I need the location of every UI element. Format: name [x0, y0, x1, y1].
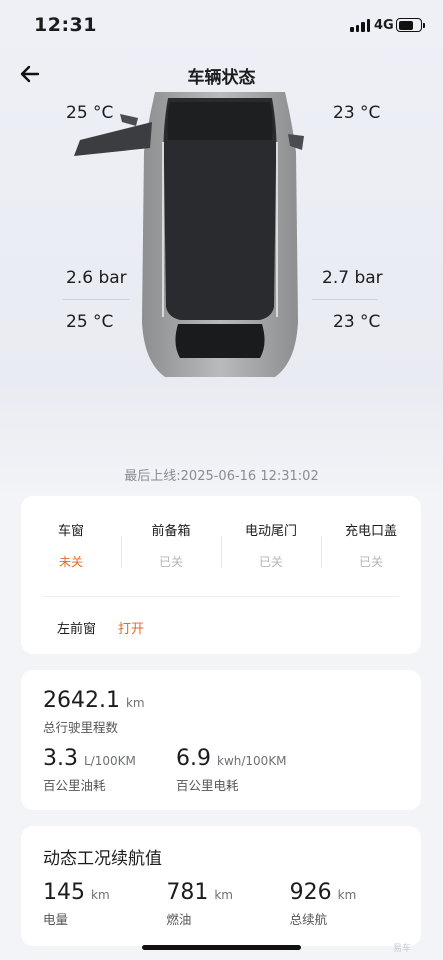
status-value: 已关 — [258, 555, 283, 569]
electric-consumption-unit: kwh/100KM — [217, 754, 287, 768]
car-top-view-image — [74, 92, 304, 377]
status-label: 电动尾门 — [244, 524, 297, 539]
range-card: 动态工况续航值 145 km 电量 781 km 燃油 926 km 总续航 — [21, 826, 421, 946]
fuel-consumption-label: 百公里油耗 — [43, 778, 106, 793]
last-online-timestamp: 最后上线:2025-06-16 12:31:02 — [124, 469, 319, 484]
signal-icon — [350, 19, 370, 32]
odometer-unit: km — [125, 696, 145, 710]
fuel-consumption-unit: L/100KM — [84, 754, 136, 768]
range-unit: km — [337, 888, 357, 902]
home-indicator[interactable] — [142, 945, 301, 950]
range-title: 动态工况续航值 — [43, 849, 162, 869]
divider — [43, 596, 399, 597]
range-fuel: 781 km 燃油 — [166, 880, 289, 928]
electric-consumption-block: 6.9 kwh/100KM 百公里电耗 — [176, 746, 287, 794]
odometer-label: 总行驶里程数 — [43, 720, 119, 735]
battery-icon — [396, 18, 425, 32]
range-value: 145 — [43, 880, 85, 905]
car-status-diagram: 25 °C 23 °C 2.6 bar 25 °C 2.7 bar 23 °C — [0, 92, 443, 392]
electric-consumption-label: 百公里电耗 — [176, 778, 239, 793]
divider — [63, 299, 129, 300]
status-value: 已关 — [158, 555, 183, 569]
fuel-consumption-block: 3.3 L/100KM 百公里油耗 — [43, 746, 136, 794]
fuel-consumption-value: 3.3 — [43, 746, 78, 771]
status-value: 未关 — [58, 555, 83, 569]
window-detail-value: 打开 — [118, 622, 145, 637]
page-title: 车辆状态 — [187, 68, 256, 88]
status-bar: 12:31 4G — [0, 0, 443, 50]
front-right-tire-temp: 23 °C — [333, 103, 381, 123]
watermark: 易车 — [393, 944, 412, 954]
range-label: 电量 — [43, 912, 69, 927]
network-type: 4G — [374, 18, 394, 33]
odometer-block: 2642.1 km 总行驶里程数 — [43, 688, 145, 736]
status-time: 12:31 — [34, 14, 97, 36]
mileage-card: 2642.1 km 总行驶里程数 3.3 L/100KM 百公里油耗 6.9 kwh/… — [21, 670, 421, 810]
range-electric: 145 km 电量 — [43, 880, 166, 928]
window-detail-row: 左前窗 打开 — [57, 618, 144, 637]
range-unit: km — [214, 888, 233, 902]
range-row: 145 km 电量 781 km 燃油 926 km 总续航 — [43, 880, 413, 928]
closure-status-card: 车窗 未关 前备箱 已关 电动尾门 已关 充电口盖 已关 左前窗 打开 — [21, 496, 421, 654]
range-unit: km — [91, 888, 110, 902]
range-total: 926 km 总续航 — [290, 880, 413, 928]
front-left-tire-temp: 25 °C — [66, 103, 114, 123]
window-detail-label: 左前窗 — [57, 622, 97, 637]
electric-consumption-value: 6.9 — [176, 746, 211, 771]
rear-left-tire-pressure: 2.6 bar — [66, 268, 127, 288]
range-label: 燃油 — [166, 912, 192, 927]
status-window[interactable]: 车窗 未关 — [21, 520, 121, 570]
odometer-value: 2642.1 — [43, 688, 120, 713]
status-label: 充电口盖 — [344, 524, 397, 539]
rear-right-tire-temp: 23 °C — [333, 312, 381, 332]
divider — [312, 299, 378, 300]
rear-right-tire-pressure: 2.7 bar — [322, 268, 383, 288]
range-value: 926 — [289, 880, 332, 905]
status-value: 已关 — [358, 555, 383, 569]
range-value: 781 — [166, 880, 209, 905]
range-label: 总续航 — [289, 912, 328, 927]
status-label: 车窗 — [57, 524, 84, 539]
status-tailgate[interactable]: 电动尾门 已关 — [221, 520, 321, 570]
status-charge-port[interactable]: 充电口盖 已关 — [321, 520, 421, 570]
rear-left-tire-temp: 25 °C — [66, 312, 114, 332]
status-label: 前备箱 — [151, 524, 191, 539]
status-frunk[interactable]: 前备箱 已关 — [121, 520, 221, 570]
